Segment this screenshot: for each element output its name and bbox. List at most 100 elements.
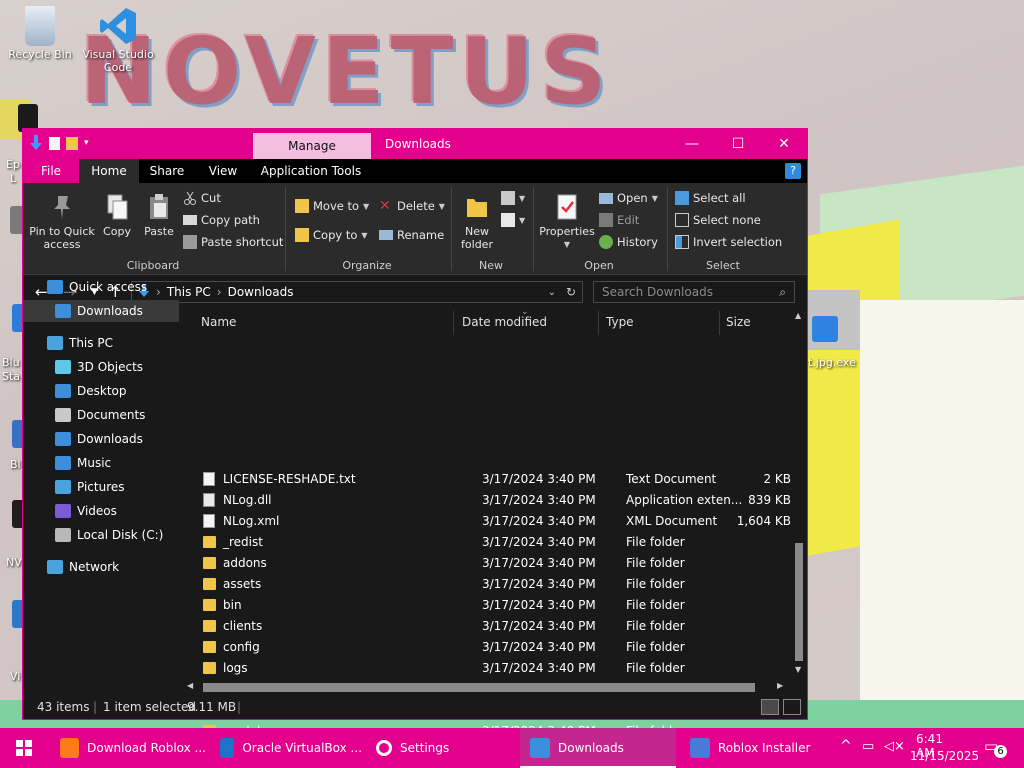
paste-button[interactable]: Paste (141, 193, 177, 238)
file-date: 3/17/2024 3:40 PM (482, 535, 596, 549)
desktop-icon-recycle-bin[interactable]: Recycle Bin (0, 6, 80, 61)
select-none-button[interactable]: Select none (675, 213, 761, 227)
breadcrumb-downloads[interactable]: Downloads (228, 285, 294, 299)
search-input[interactable]: Search Downloads ⌕ (593, 281, 795, 303)
new-item-button[interactable]: ▼ (501, 191, 525, 205)
tab-home[interactable]: Home (79, 159, 139, 183)
nav-item[interactable]: Local Disk (C:) (55, 524, 185, 546)
new-folder-icon[interactable] (66, 136, 78, 150)
tab-share[interactable]: Share (139, 159, 195, 183)
cut-button[interactable]: Cut (183, 191, 221, 205)
volume-muted-icon[interactable]: ◁× (884, 739, 905, 754)
vertical-scroll-thumb[interactable] (795, 543, 803, 661)
move-to-button[interactable]: Move to ▼ (295, 199, 369, 213)
delete-button[interactable]: ✕ Delete ▼ (379, 199, 445, 213)
close-button[interactable]: ✕ (761, 129, 807, 159)
scroll-right-icon[interactable]: ▶ (777, 681, 783, 690)
nav-item[interactable]: Music (55, 452, 185, 474)
desktop-exe-icon[interactable] (812, 316, 838, 342)
copy-button[interactable]: Copy (99, 193, 135, 238)
horizontal-scroll-thumb[interactable] (203, 683, 755, 692)
file-row[interactable]: _redist 3/17/2024 3:40 PM File folder (199, 532, 791, 553)
customize-toolbar-icon[interactable]: ▾ (84, 138, 89, 148)
tab-application-tools[interactable]: Application Tools (251, 159, 371, 183)
column-header-size[interactable]: Size (726, 315, 751, 329)
file-row[interactable]: LICENSE-RESHADE.txt 3/17/2024 3:40 PM Text… (199, 469, 791, 490)
nav-item[interactable]: Quick access (47, 276, 177, 298)
horizontal-scrollbar[interactable]: ◀ ▶ (183, 679, 791, 695)
column-header-name[interactable]: Name (201, 315, 236, 329)
vertical-scrollbar[interactable]: ▲ ▼ (791, 309, 807, 679)
file-row[interactable]: addons 3/17/2024 3:40 PM File folder (199, 553, 791, 574)
start-button[interactable] (0, 728, 48, 768)
large-icons-view-icon[interactable] (783, 699, 801, 715)
nav-item[interactable]: 3D Objects (55, 356, 185, 378)
tab-view[interactable]: View (195, 159, 251, 183)
desktop-icon-vscode[interactable]: Visual Studio Code (78, 6, 158, 74)
search-placeholder: Search Downloads (602, 285, 713, 299)
open-button[interactable]: Open ▼ (599, 191, 658, 205)
tab-manage[interactable]: Manage (253, 133, 371, 160)
properties-icon[interactable] (49, 136, 60, 150)
scroll-left-icon[interactable]: ◀ (187, 681, 193, 690)
file-type: File folder (626, 535, 685, 549)
chevron-down-icon[interactable]: ⌄ (548, 287, 556, 298)
file-row[interactable]: assets 3/17/2024 3:40 PM File folder (199, 574, 791, 595)
taskbar-item-label: Oracle VirtualBox ... (242, 741, 362, 755)
taskbar-item[interactable]: Settings (366, 728, 516, 768)
file-size: 2 KB (763, 472, 791, 486)
rename-button[interactable]: Rename (379, 228, 444, 242)
tab-file[interactable]: File (23, 159, 79, 183)
address-bar[interactable]: › This PC › Downloads ⌄ ↻ (131, 281, 583, 303)
copy-path-button[interactable]: Copy path (183, 213, 260, 227)
file-name: bin (223, 598, 242, 612)
file-row[interactable]: bin 3/17/2024 3:40 PM File folder (199, 595, 791, 616)
file-row[interactable]: clients 3/17/2024 3:40 PM File folder (199, 616, 791, 637)
taskbar-item[interactable]: Download Roblox ... (50, 728, 206, 768)
scroll-down-icon[interactable]: ▼ (795, 665, 801, 674)
copy-to-button[interactable]: Copy to ▼ (295, 228, 368, 242)
file-row[interactable]: NLog.dll 3/17/2024 3:40 PM Application ext… (199, 490, 791, 511)
file-name: assets (223, 577, 262, 591)
maximize-button[interactable]: ☐ (715, 129, 761, 159)
nav-item[interactable]: Downloads (55, 428, 185, 450)
history-button[interactable]: History (599, 235, 658, 249)
easy-access-button[interactable]: ▼ (501, 213, 525, 227)
paste-shortcut-button[interactable]: Paste shortcut (183, 235, 283, 249)
edit-button[interactable]: Edit (599, 213, 639, 227)
file-row[interactable]: logs 3/17/2024 3:40 PM File folder (199, 658, 791, 679)
back-button[interactable]: ← (35, 283, 48, 301)
invert-selection-button[interactable]: Invert selection (675, 235, 782, 249)
scroll-up-icon[interactable]: ▲ (795, 311, 801, 320)
nav-item[interactable]: Network (47, 556, 177, 578)
refresh-icon[interactable]: ↻ (566, 285, 576, 299)
search-icon: ⌕ (779, 285, 786, 299)
column-header-type[interactable]: Type (606, 315, 634, 329)
file-name: _redist (223, 535, 263, 549)
pin-to-quick-access-button[interactable]: Pin to Quick access (29, 193, 95, 251)
nav-item[interactable]: Videos (55, 500, 185, 522)
cut-label: Cut (201, 191, 221, 205)
taskbar-item[interactable]: Roblox Installer (680, 728, 840, 768)
help-icon[interactable]: ? (785, 163, 801, 179)
taskbar-item[interactable]: Oracle VirtualBox ... (210, 728, 362, 768)
nav-item[interactable]: Desktop (55, 380, 185, 402)
file-row[interactable]: NLog.xml 3/17/2024 3:40 PM XML Document 1,6… (199, 511, 791, 532)
taskbar-item[interactable]: Downloads (520, 728, 676, 768)
column-header-date[interactable]: Date modified (462, 315, 547, 329)
show-hidden-icons-icon[interactable]: ^ (840, 738, 852, 754)
nav-item[interactable]: Documents (55, 404, 185, 426)
title-bar[interactable]: ▾ Manage Downloads — ☐ ✕ (23, 129, 807, 160)
properties-button[interactable]: Properties ▼ (537, 193, 597, 251)
network-icon[interactable]: ▭ (862, 739, 874, 754)
minimize-button[interactable]: — (669, 129, 715, 159)
new-folder-button[interactable]: New folder (457, 193, 497, 251)
nav-item[interactable]: This PC (47, 332, 177, 354)
nav-item[interactable]: Pictures (55, 476, 185, 498)
clock-date[interactable]: 11/15/2025 (910, 749, 979, 763)
nav-item[interactable]: Downloads (23, 300, 179, 322)
desktop-edge-label: Sta (2, 370, 21, 383)
details-view-icon[interactable] (761, 699, 779, 715)
file-row[interactable]: config 3/17/2024 3:40 PM File folder (199, 637, 791, 658)
select-all-button[interactable]: Select all (675, 191, 746, 205)
